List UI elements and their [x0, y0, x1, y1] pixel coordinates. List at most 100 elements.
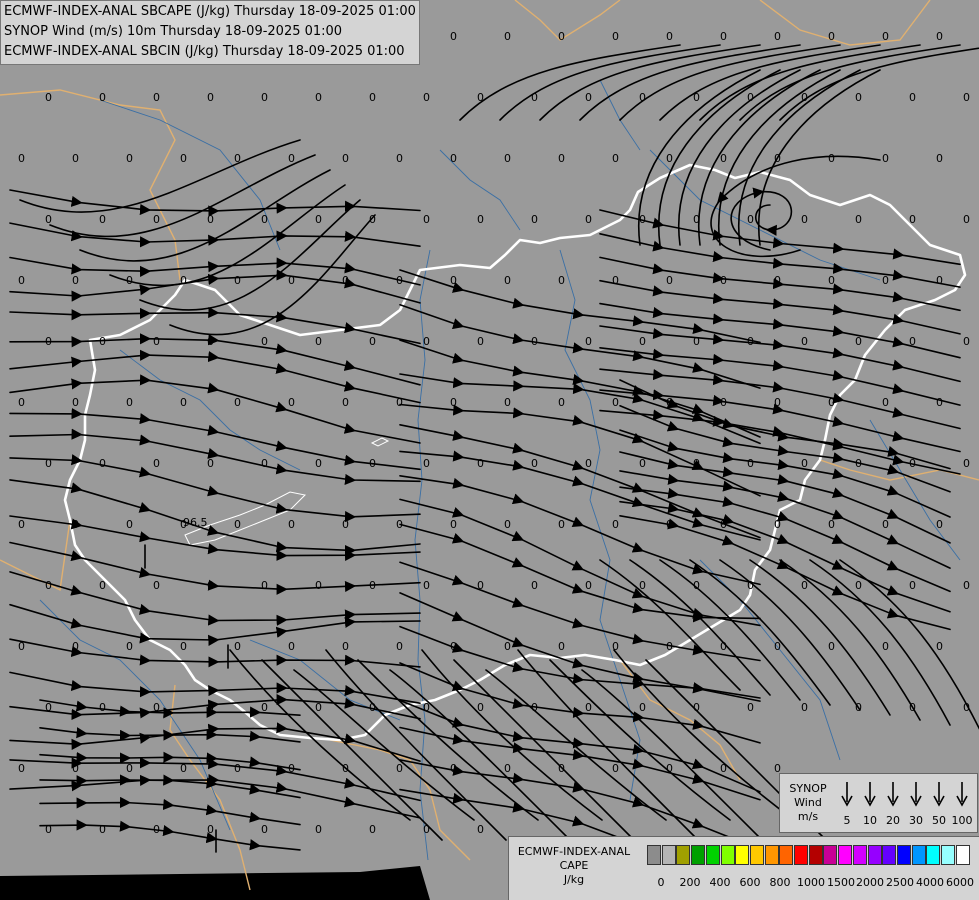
sbcape-zero-label: 0: [450, 30, 457, 43]
sbcape-zero-label: 0: [747, 701, 754, 714]
sbcape-zero-label: 0: [531, 701, 538, 714]
sbcin-title: ECMWF-INDEX-ANAL SBCIN (J/kg) Thursday 1…: [4, 44, 405, 59]
sbcape-zero-label: 0: [882, 152, 889, 165]
cape-swatch: [823, 845, 838, 865]
sbcape-zero-label: 0: [693, 213, 700, 226]
sbcape-zero-label: 0: [99, 823, 106, 836]
sbcape-zero-label: 0: [801, 213, 808, 226]
sbcape-zero-label: 0: [315, 579, 322, 592]
sbcape-zero-label: 0: [126, 274, 133, 287]
cape-tick-label: 1500: [827, 876, 855, 889]
sbcape-zero-label: 0: [153, 701, 160, 714]
sbcape-zero-label: 0: [855, 91, 862, 104]
sbcape-zero-label: 0: [342, 274, 349, 287]
sbcape-zero-label: 0: [936, 152, 943, 165]
sbcape-zero-label: 0: [612, 762, 619, 775]
sbcape-zero-label: 0: [477, 335, 484, 348]
cape-swatch: [764, 845, 779, 865]
arrow-down-icon: [933, 782, 945, 807]
sbcape-zero-label: 0: [207, 91, 214, 104]
synop-wind-title: SYNOP Wind (m/s) 10m Thursday 18-09-2025…: [4, 24, 343, 39]
cape-swatch: [838, 845, 853, 865]
sbcape-zero-label: 0: [369, 91, 376, 104]
sbcape-zero-label: 0: [909, 457, 916, 470]
sbcape-zero-label: 0: [153, 91, 160, 104]
cape-swatch: [691, 845, 706, 865]
cape-legend-title: ECMWF-INDEX-ANAL CAPE J/kg: [517, 845, 631, 886]
map-viewport[interactable]: 0 0 0 0 0 0 0 0 0 0 0 0 0 0 0 0 0 0 0 0 0 0 0 0 0 0 0 0 0 0 0 0 0 0 0 0 0 0 0 0…: [0, 0, 979, 900]
sbcape-zero-label: 0: [99, 701, 106, 714]
sbcape-zero-label: 0: [423, 335, 430, 348]
sbcape-zero-label: 0: [855, 701, 862, 714]
sbcape-zero-label: 0: [774, 396, 781, 409]
cape-swatch: [794, 845, 808, 865]
sbcape-zero-label: 0: [747, 579, 754, 592]
sbcape-zero-label: 0: [882, 274, 889, 287]
sbcape-zero-label: 0: [396, 152, 403, 165]
sbcape-zero-label: 0: [45, 91, 52, 104]
sbcape-zero-label: 0: [585, 701, 592, 714]
sbcape-zero-label: 0: [639, 579, 646, 592]
sbcape-zero-label: 0: [207, 213, 214, 226]
sbcape-zero-label: 0: [909, 579, 916, 592]
sbcape-zero-label: 0: [369, 213, 376, 226]
sbcape-zero-label: 0: [72, 518, 79, 531]
sbcape-zero-label: 0: [531, 335, 538, 348]
sbcape-zero-label: 0: [180, 152, 187, 165]
sbcape-zero-label: 0: [909, 91, 916, 104]
sbcape-zero-label: 0: [450, 640, 457, 653]
cape-swatch: [941, 845, 955, 865]
sbcape-zero-label: 0: [72, 640, 79, 653]
sbcape-zero-label: 0: [639, 335, 646, 348]
sbcape-zero-label: 0: [639, 701, 646, 714]
sbcape-zero-label: 0: [801, 335, 808, 348]
arrow-down-icon: [887, 782, 899, 807]
sbcape-zero-label: 0: [288, 396, 295, 409]
sbcape-zero-label: 0: [153, 823, 160, 836]
sbcape-zero-label: 0: [396, 518, 403, 531]
sbcape-zero-label: 0: [423, 213, 430, 226]
sbcape-zero-label: 0: [153, 457, 160, 470]
sbcape-zero-label: 0: [99, 579, 106, 592]
sbcape-zero-label: 0: [396, 274, 403, 287]
cape-swatch: [926, 845, 941, 865]
sbcape-zero-label: 0: [747, 91, 754, 104]
sbcape-zero-label: 0: [774, 152, 781, 165]
sbcape-zero-label: 0: [666, 152, 673, 165]
sbcape-zero-label: 0: [504, 518, 511, 531]
synop-legend-title: SYNOP Wind m/s: [789, 782, 827, 823]
sbcape-zero-label: 0: [261, 823, 268, 836]
cape-swatch: [735, 845, 750, 865]
sbcape-zero-label: 0: [531, 91, 538, 104]
sbcape-zero-label: 0: [99, 335, 106, 348]
sbcape-zero-label: 0: [396, 762, 403, 775]
sbcape-zero-label: 0: [720, 30, 727, 43]
cape-tick-label: 400: [709, 876, 731, 889]
sbcape-zero-label: 0: [315, 457, 322, 470]
sbcape-zero-label: 0: [666, 274, 673, 287]
cape-tick-label: 200: [679, 876, 701, 889]
sbcape-zero-label: 0: [612, 396, 619, 409]
weather-map[interactable]: 0 0 0 0 0 0 0 0 0 0 0 0 0 0 0 0 0 0 0 0 0 0 0 0 0 0 0 0 0 0 0 0 0 0 0 0 0 0 0 0…: [0, 0, 979, 900]
arrow-down-icon: [910, 782, 922, 807]
sbcape-zero-label: 0: [180, 640, 187, 653]
sbcape-zero-label: 0: [126, 152, 133, 165]
sbcape-zero-label: 0: [531, 579, 538, 592]
sbcape-zero-label: 0: [369, 457, 376, 470]
sbcape-zero-label: 0: [585, 579, 592, 592]
sbcape-zero-label: 0: [450, 152, 457, 165]
sbcape-zero-label: 0: [801, 701, 808, 714]
sbcape-zero-label: 0: [801, 579, 808, 592]
sbcape-zero-label: 0: [639, 213, 646, 226]
sbcape-zero-label: 0: [45, 335, 52, 348]
cape-tick-label: 2000: [856, 876, 884, 889]
sbcape-zero-label: 0: [423, 701, 430, 714]
sbcape-zero-label: 0: [666, 518, 673, 531]
sbcape-zero-label: 0: [72, 396, 79, 409]
sbcape-zero-label: 0: [882, 30, 889, 43]
sbcape-zero-label: 0: [423, 457, 430, 470]
sbcape-zero-label: 0: [963, 457, 970, 470]
arrow-down-icon: [864, 782, 876, 807]
sbcape-zero-label: 0: [234, 396, 241, 409]
sbcape-zero-label: 0: [585, 335, 592, 348]
